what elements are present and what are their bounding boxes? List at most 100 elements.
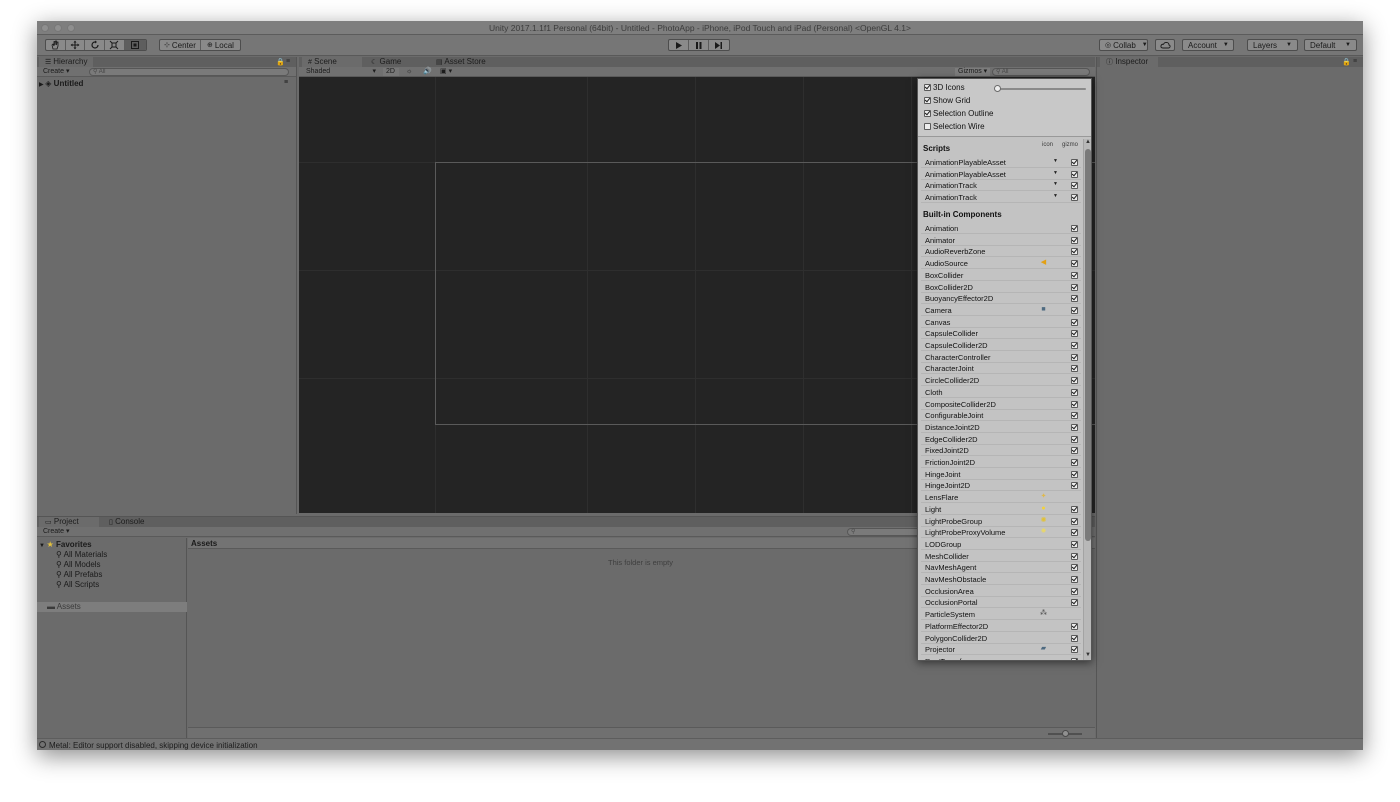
gizmo-checkbox[interactable] xyxy=(1071,622,1078,630)
component-gizmo-row[interactable]: EdgeCollider2D xyxy=(921,434,1081,445)
favorite-item[interactable]: ⚲ All Models xyxy=(56,560,101,569)
component-gizmo-row[interactable]: Camera ■ xyxy=(921,305,1081,316)
chevron-down-icon[interactable]: ▼ xyxy=(1053,193,1058,199)
scale-tool-button[interactable] xyxy=(105,40,125,50)
gizmo-checkbox[interactable] xyxy=(1071,540,1078,548)
slider-thumb[interactable] xyxy=(1062,730,1069,737)
collab-dropdown[interactable]: ◎ Collab ▼ xyxy=(1099,39,1148,51)
favorite-item[interactable]: ⚲ All Scripts xyxy=(56,580,99,589)
component-gizmo-row[interactable]: FrictionJoint2D xyxy=(921,457,1081,468)
gizmo-checkbox[interactable] xyxy=(1071,170,1078,178)
component-gizmo-row[interactable]: MeshCollider xyxy=(921,551,1081,562)
scene-audio-toggle[interactable]: 🔊 xyxy=(420,68,435,76)
gizmo-checkbox[interactable] xyxy=(1071,459,1078,466)
chevron-down-icon[interactable]: ▼ xyxy=(1053,170,1058,176)
favorite-item[interactable]: ⚲ All Materials xyxy=(56,550,107,559)
gizmo-checkbox[interactable] xyxy=(1071,576,1078,583)
chevron-down-icon[interactable]: ▼ xyxy=(1053,158,1058,164)
component-gizmo-row[interactable]: Canvas xyxy=(921,317,1081,328)
gizmo-checkbox[interactable] xyxy=(1071,248,1078,256)
light-probe-proxy-icon[interactable]: ✹ xyxy=(1039,528,1048,536)
gizmo-checkbox[interactable] xyxy=(1071,377,1078,385)
tab-scene[interactable]: # Scene xyxy=(302,57,362,67)
component-gizmo-row[interactable]: LightProbeGroup ✺ xyxy=(921,516,1081,527)
script-gizmo-row[interactable]: AnimationPlayableAsset ▼ xyxy=(921,157,1081,168)
scroll-up-icon[interactable]: ▲ xyxy=(1085,139,1091,145)
gizmo-checkbox[interactable] xyxy=(1071,353,1078,361)
pivot-center-button[interactable]: ⊹ Center xyxy=(160,40,201,50)
gizmos-scrollbar[interactable]: ▲ ▼ xyxy=(1083,139,1091,660)
panel-menu-icon[interactable]: ≡ xyxy=(1353,58,1357,65)
scene-menu-icon[interactable]: ≡ xyxy=(284,79,288,86)
component-gizmo-row[interactable]: Projector ▰ xyxy=(921,644,1081,656)
tab-hierarchy[interactable]: ☰ Hierarchy xyxy=(39,57,94,67)
icon-size-slider[interactable] xyxy=(998,88,1086,90)
component-gizmo-row[interactable]: DistanceJoint2D xyxy=(921,422,1081,433)
component-gizmo-row[interactable]: HingeJoint2D xyxy=(921,480,1081,492)
move-tool-button[interactable] xyxy=(66,40,86,50)
gizmo-checkbox[interactable] xyxy=(1071,271,1078,279)
component-gizmo-row[interactable]: CharacterJoint xyxy=(921,363,1081,375)
project-create-dropdown[interactable]: Create ▾ xyxy=(40,528,72,536)
component-gizmo-row[interactable]: LODGroup xyxy=(921,539,1081,550)
tab-project[interactable]: ▭ Project xyxy=(39,517,99,527)
component-gizmo-row[interactable]: BoxCollider xyxy=(921,270,1081,281)
component-gizmo-row[interactable]: LightProbeProxyVolume ✹ xyxy=(921,527,1081,539)
chevron-down-icon[interactable]: ▼ xyxy=(1053,181,1058,187)
favorite-item[interactable]: ⚲ All Prefabs xyxy=(56,570,102,579)
gizmo-checkbox[interactable] xyxy=(1071,646,1078,654)
component-gizmo-row[interactable]: Cloth xyxy=(921,387,1081,398)
light-bulb-icon[interactable]: ● xyxy=(1039,505,1048,513)
script-gizmo-row[interactable]: AnimationTrack ▼ xyxy=(921,192,1081,204)
gizmo-checkbox[interactable] xyxy=(1071,365,1078,373)
gizmo-checkbox[interactable] xyxy=(1071,529,1078,537)
favorites-node[interactable]: ▼ ★ Favorites xyxy=(39,540,92,549)
step-button[interactable] xyxy=(709,40,729,50)
selection-outline-checkbox[interactable] xyxy=(924,110,931,117)
component-gizmo-row[interactable]: NavMeshObstacle xyxy=(921,574,1081,585)
gizmos-dropdown[interactable]: Gizmos ▾ xyxy=(955,68,991,76)
cloud-button[interactable] xyxy=(1155,39,1175,51)
gizmo-checkbox[interactable] xyxy=(1071,470,1078,478)
scene-effects-dropdown[interactable]: ▣ ▾ xyxy=(437,68,455,76)
gizmo-checkbox[interactable] xyxy=(1071,564,1078,572)
gizmo-checkbox[interactable] xyxy=(1071,318,1078,326)
component-gizmo-row[interactable]: CharacterController xyxy=(921,352,1081,363)
component-gizmo-row[interactable]: ParticleSystem ⁂ xyxy=(921,609,1081,621)
hierarchy-create-dropdown[interactable]: Create ▾ xyxy=(40,68,72,76)
component-gizmo-row[interactable]: Animation xyxy=(921,223,1081,234)
scene-lighting-toggle[interactable]: ☼ xyxy=(403,68,415,76)
breadcrumb[interactable]: Assets xyxy=(191,539,217,548)
3d-icons-checkbox[interactable] xyxy=(924,84,931,91)
scroll-down-icon[interactable]: ▼ xyxy=(1085,652,1091,658)
gizmo-checkbox[interactable] xyxy=(1071,447,1078,455)
gizmo-checkbox[interactable] xyxy=(1071,505,1078,513)
gizmo-checkbox[interactable] xyxy=(1071,283,1078,291)
component-gizmo-row[interactable]: ConfigurableJoint xyxy=(921,410,1081,422)
gizmo-checkbox[interactable] xyxy=(1071,599,1078,607)
component-gizmo-row[interactable]: CircleCollider2D xyxy=(921,375,1081,387)
gizmo-checkbox[interactable] xyxy=(1071,412,1078,420)
component-gizmo-row[interactable]: NavMeshAgent xyxy=(921,562,1081,574)
speaker-icon[interactable]: ◀ xyxy=(1039,259,1048,267)
gizmo-checkbox[interactable] xyxy=(1071,552,1078,560)
scene-search-input[interactable]: ⚲ All xyxy=(992,68,1090,76)
projector-icon[interactable]: ▰ xyxy=(1039,645,1048,653)
status-message[interactable]: Metal: Editor support disabled, skipping… xyxy=(49,741,258,750)
panel-menu-icon[interactable]: ≡ xyxy=(286,58,290,65)
play-button[interactable] xyxy=(669,40,690,50)
tab-asset-store[interactable]: ▤ Asset Store xyxy=(430,57,492,67)
gizmo-checkbox[interactable] xyxy=(1071,194,1078,202)
script-gizmo-row[interactable]: AnimationTrack ▼ xyxy=(921,180,1081,192)
gizmo-checkbox[interactable] xyxy=(1071,330,1078,338)
gizmo-checkbox[interactable] xyxy=(1071,517,1078,525)
pause-button[interactable] xyxy=(689,40,709,50)
particle-icon[interactable]: ⁂ xyxy=(1039,610,1048,618)
component-gizmo-row[interactable]: LensFlare ✦ xyxy=(921,492,1081,504)
gizmo-checkbox[interactable] xyxy=(1071,182,1078,190)
component-gizmo-row[interactable]: PolygonCollider2D xyxy=(921,633,1081,644)
selection-wire-checkbox[interactable] xyxy=(924,123,931,130)
component-gizmo-row[interactable]: Light ● xyxy=(921,504,1081,515)
lock-icon[interactable]: 🔒 xyxy=(1342,58,1351,66)
gizmo-checkbox[interactable] xyxy=(1071,482,1078,490)
